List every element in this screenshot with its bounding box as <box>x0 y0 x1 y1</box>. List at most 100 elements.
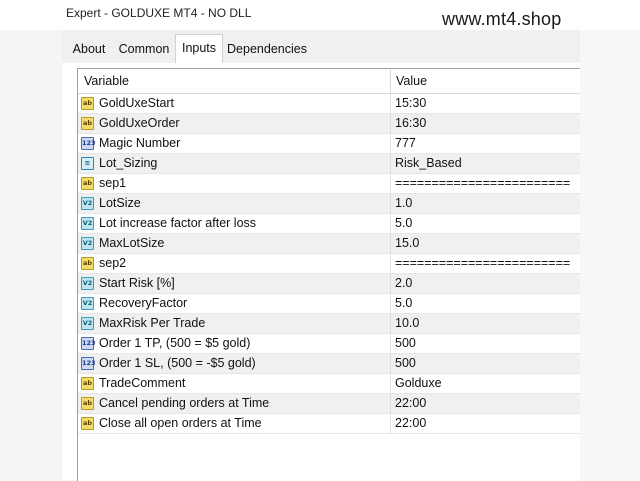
ab-string-icon: ab <box>81 117 94 130</box>
table-row[interactable]: V2 RecoveryFactor 5.0 <box>78 294 581 314</box>
variable-name: GoldUxeStart <box>99 96 175 110</box>
cell-divider <box>390 134 391 154</box>
cell-divider <box>390 94 391 114</box>
variable-name: LotSize <box>99 196 141 210</box>
variable-value[interactable]: 5.0 <box>395 296 581 310</box>
table-row[interactable]: 123 Magic Number 777 <box>78 134 581 154</box>
table-row[interactable]: V2 Lot increase factor after loss 5.0 <box>78 214 581 234</box>
cell-divider <box>390 114 391 134</box>
variable-name: sep2 <box>99 256 127 270</box>
cell-divider <box>390 374 391 394</box>
variable-value[interactable]: 500 <box>395 356 581 370</box>
cell-divider <box>390 174 391 194</box>
variable-value[interactable]: 15:30 <box>395 96 581 110</box>
variable-value[interactable]: ======================== <box>395 256 581 270</box>
title-bar: Expert - GOLDUXE MT4 - NO DLL www.mt4.sh… <box>0 0 640 30</box>
integer-icon: 123 <box>81 357 96 370</box>
table-row[interactable]: ab sep2 ======================== <box>78 254 581 274</box>
ab-string-icon: ab <box>81 377 94 390</box>
variable-value[interactable]: 1.0 <box>395 196 581 210</box>
cell-divider <box>390 254 391 274</box>
ab-string-icon: ab <box>81 257 94 270</box>
double-icon: V2 <box>81 277 94 290</box>
tab-dependencies[interactable]: Dependencies <box>224 38 310 62</box>
double-icon: V2 <box>81 237 94 250</box>
cell-divider <box>390 214 391 234</box>
integer-icon: 123 <box>81 337 96 350</box>
table-row[interactable]: ab Cancel pending orders at Time 22:00 <box>78 394 581 414</box>
variable-name: MaxRisk Per Trade <box>99 316 206 330</box>
variable-name: TradeComment <box>99 376 186 390</box>
watermark-text: www.mt4.shop <box>442 9 562 29</box>
cell-divider <box>390 274 391 294</box>
variable-name: Magic Number <box>99 136 181 150</box>
right-background <box>580 30 640 480</box>
cell-divider <box>390 314 391 334</box>
column-header-variable[interactable]: Variable <box>84 74 129 88</box>
table-row[interactable]: V2 MaxLotSize 15.0 <box>78 234 581 254</box>
cell-divider <box>390 354 391 374</box>
grid-header: Variable Value <box>78 69 581 94</box>
variable-name: Order 1 SL, (500 = -$5 gold) <box>99 356 256 370</box>
tab-common[interactable]: Common <box>114 38 174 62</box>
cell-divider <box>390 194 391 214</box>
variable-name: RecoveryFactor <box>99 296 188 310</box>
variable-value[interactable]: 5.0 <box>395 216 581 230</box>
variable-name: Cancel pending orders at Time <box>99 396 270 410</box>
table-row[interactable]: V2 LotSize 1.0 <box>78 194 581 214</box>
table-row[interactable]: ab GoldUxeStart 15:30 <box>78 94 581 114</box>
enum-icon: ≡ <box>81 157 94 170</box>
cell-divider <box>390 394 391 414</box>
double-icon: V2 <box>81 297 94 310</box>
variable-value[interactable]: Risk_Based <box>395 156 581 170</box>
cell-divider <box>390 294 391 314</box>
cell-divider <box>390 334 391 354</box>
variable-value[interactable]: 22:00 <box>395 416 581 430</box>
variable-value[interactable]: 15.0 <box>395 236 581 250</box>
ab-string-icon: ab <box>81 97 94 110</box>
variable-value[interactable]: 2.0 <box>395 276 581 290</box>
table-row[interactable]: V2 MaxRisk Per Trade 10.0 <box>78 314 581 334</box>
variable-name: Close all open orders at Time <box>99 416 262 430</box>
inputs-grid: Variable Value ab GoldUxeStart 15:30 ab Gold… <box>77 68 581 481</box>
table-row[interactable]: V2 Start Risk [%] 2.0 <box>78 274 581 294</box>
variable-value[interactable]: Golduxe <box>395 376 581 390</box>
double-icon: V2 <box>81 317 94 330</box>
double-icon: V2 <box>81 197 94 210</box>
table-row[interactable]: ab TradeComment Golduxe <box>78 374 581 394</box>
integer-icon: 123 <box>81 137 96 150</box>
variable-name: sep1 <box>99 176 127 190</box>
window-title: Expert - GOLDUXE MT4 - NO DLL <box>66 6 252 20</box>
variable-name: Start Risk [%] <box>99 276 175 290</box>
variable-name: GoldUxeOrder <box>99 116 180 130</box>
cell-divider <box>390 234 391 254</box>
variable-name: MaxLotSize <box>99 236 165 250</box>
variable-name: Order 1 TP, (500 = $5 gold) <box>99 336 251 350</box>
left-background <box>0 30 62 480</box>
cell-divider <box>390 414 391 434</box>
variable-value[interactable]: 10.0 <box>395 316 581 330</box>
variable-value[interactable]: 500 <box>395 336 581 350</box>
double-icon: V2 <box>81 217 94 230</box>
variable-value[interactable]: ======================== <box>395 176 581 190</box>
tab-about[interactable]: About <box>68 38 110 62</box>
table-row[interactable]: ab sep1 ======================== <box>78 174 581 194</box>
tab-bar: About Common Inputs Dependencies <box>62 30 580 64</box>
variable-name: Lot_Sizing <box>99 156 158 170</box>
ab-string-icon: ab <box>81 417 94 430</box>
table-row[interactable]: 123 Order 1 SL, (500 = -$5 gold) 500 <box>78 354 581 374</box>
variable-value[interactable]: 22:00 <box>395 396 581 410</box>
cell-divider <box>390 154 391 174</box>
variable-value[interactable]: 16:30 <box>395 116 581 130</box>
table-row[interactable]: ab GoldUxeOrder 16:30 <box>78 114 581 134</box>
table-row[interactable]: 123 Order 1 TP, (500 = $5 gold) 500 <box>78 334 581 354</box>
ab-string-icon: ab <box>81 397 94 410</box>
variable-name: Lot increase factor after loss <box>99 216 257 230</box>
table-row[interactable]: ≡ Lot_Sizing Risk_Based <box>78 154 581 174</box>
column-divider[interactable] <box>390 69 391 93</box>
ab-string-icon: ab <box>81 177 94 190</box>
table-row[interactable]: ab Close all open orders at Time 22:00 <box>78 414 581 434</box>
variable-value[interactable]: 777 <box>395 136 581 150</box>
tab-inputs[interactable]: Inputs <box>175 34 223 64</box>
column-header-value[interactable]: Value <box>396 74 427 88</box>
